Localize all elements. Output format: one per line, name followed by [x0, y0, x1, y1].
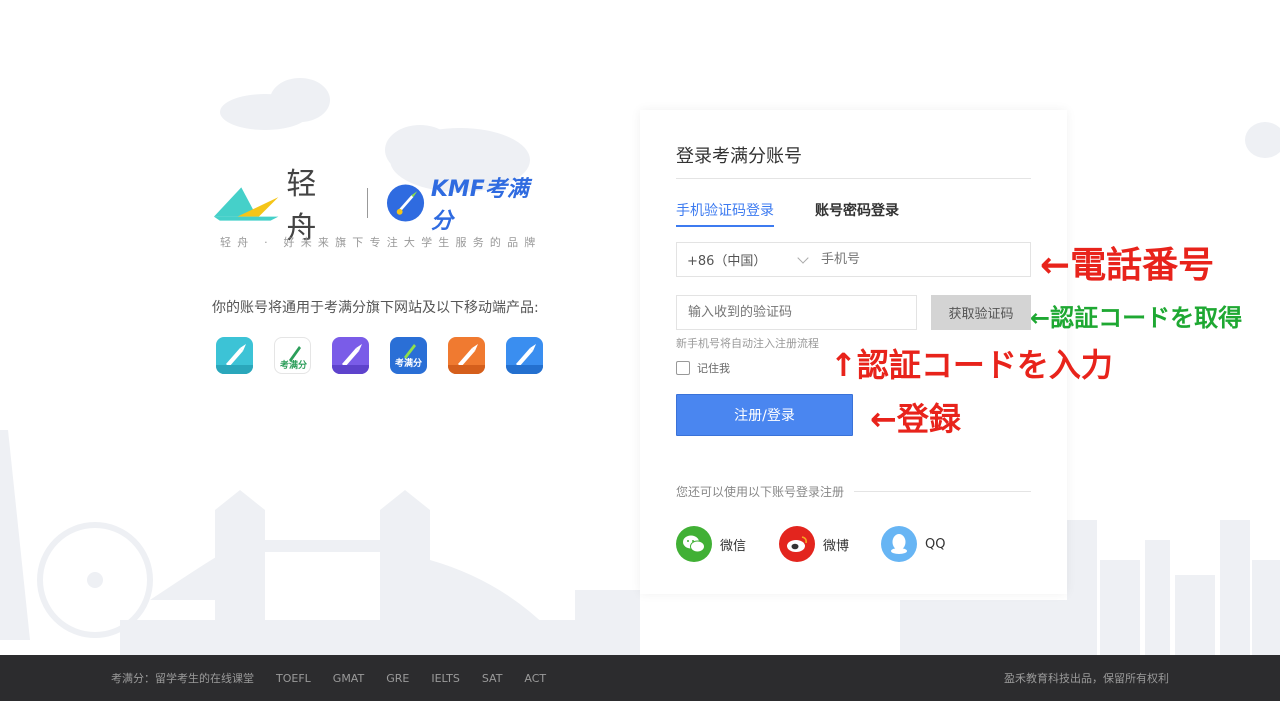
- rocket-orange-app-icon: [448, 337, 485, 374]
- qq-login[interactable]: QQ: [881, 526, 945, 562]
- alt-login-divider: [854, 491, 1031, 492]
- login-title: 登录考满分账号: [676, 146, 802, 167]
- remember-checkbox[interactable]: [676, 361, 690, 375]
- footer-link-gmat[interactable]: GMAT: [333, 672, 364, 685]
- new-phone-hint: 新手机号将自动注入注册流程: [676, 337, 819, 350]
- svg-text:考满分: 考满分: [395, 357, 422, 369]
- remember-label: 记住我: [697, 362, 730, 375]
- brand-area: 轻舟 KMF考满分 轻舟 · 好未来旗下专注大学生服务的品牌: [212, 167, 548, 250]
- footer-link-ielts[interactable]: IELTS: [431, 672, 460, 685]
- kmf-green-app-icon: 考满分: [274, 337, 311, 374]
- wechat-login[interactable]: 微信: [676, 526, 746, 562]
- weibo-icon: [779, 526, 815, 562]
- qingzhou-boat-icon: [213, 187, 279, 221]
- brand-logos: 轻舟 KMF考满分: [212, 167, 548, 246]
- brand-divider: [366, 188, 368, 218]
- annotation-phone: ←電話番号: [1040, 245, 1215, 286]
- brand-tagline: 轻舟 · 好未来旗下专注大学生服务的品牌: [220, 236, 542, 249]
- footer-site-name: 考满分：留学考生的在线课堂: [111, 672, 254, 685]
- footer-link-toefl[interactable]: TOEFL: [276, 672, 311, 685]
- country-code-value: +86（中国）: [687, 254, 767, 269]
- footer-link-act[interactable]: ACT: [524, 672, 546, 685]
- remember-me[interactable]: 记住我: [676, 360, 730, 376]
- get-code-button[interactable]: 获取验证码: [931, 295, 1031, 330]
- kmf-rocket-icon: [386, 184, 424, 222]
- annotation-register: ←登録: [870, 400, 961, 438]
- rocket-blue-app-icon: [506, 337, 543, 374]
- rocket-purple-app-icon: [332, 337, 369, 374]
- annotation-enter-code: ↑認証コードを入力: [830, 346, 1113, 384]
- qq-label: QQ: [925, 536, 946, 552]
- tab-password-login[interactable]: 账号密码登录: [815, 200, 899, 220]
- phone-input[interactable]: [817, 243, 1030, 276]
- weibo-label: 微博: [823, 538, 850, 554]
- wechat-label: 微信: [720, 538, 747, 554]
- svg-text:考满分: 考满分: [280, 359, 307, 371]
- rocket-app-icon: [216, 337, 253, 374]
- footer-link-sat[interactable]: SAT: [482, 672, 503, 685]
- alt-login-label: 您还可以使用以下账号登录注册: [676, 485, 845, 499]
- qq-icon: [881, 526, 917, 562]
- footer-link-gre[interactable]: GRE: [386, 672, 409, 685]
- kmf-name: KMF考满分: [430, 177, 529, 234]
- alt-login-row: 您还可以使用以下账号登录注册: [676, 483, 1031, 500]
- register-login-button[interactable]: 注册/登录: [676, 394, 853, 436]
- chevron-down-icon: [797, 251, 809, 264]
- phone-field-group: +86（中国）: [676, 242, 1031, 277]
- footer: 考满分：留学考生的在线课堂 TOEFL GMAT GRE IELTS SAT A…: [0, 655, 1280, 701]
- weibo-login[interactable]: 微博: [779, 526, 849, 562]
- annotation-get-code: ←認証コードを取得: [1030, 304, 1243, 332]
- tab-sms-login[interactable]: 手机验证码登录: [676, 200, 774, 227]
- title-divider: [676, 178, 1031, 179]
- verification-code-input[interactable]: [676, 295, 917, 330]
- account-usage-note: 你的账号将通用于考满分旗下网站及以下移动端产品:: [212, 300, 539, 316]
- kmf-logo: KMF考满分: [386, 171, 548, 235]
- app-list: 考满分 考满分: [216, 337, 543, 374]
- kmf-blue-app-icon: 考满分: [390, 337, 427, 374]
- wechat-icon: [676, 526, 712, 562]
- footer-links: 考满分：留学考生的在线课堂 TOEFL GMAT GRE IELTS SAT A…: [111, 670, 568, 686]
- country-code-select[interactable]: +86（中国）: [677, 243, 817, 276]
- footer-copyright: 盈禾教育科技出品，保留所有权利: [1004, 672, 1169, 685]
